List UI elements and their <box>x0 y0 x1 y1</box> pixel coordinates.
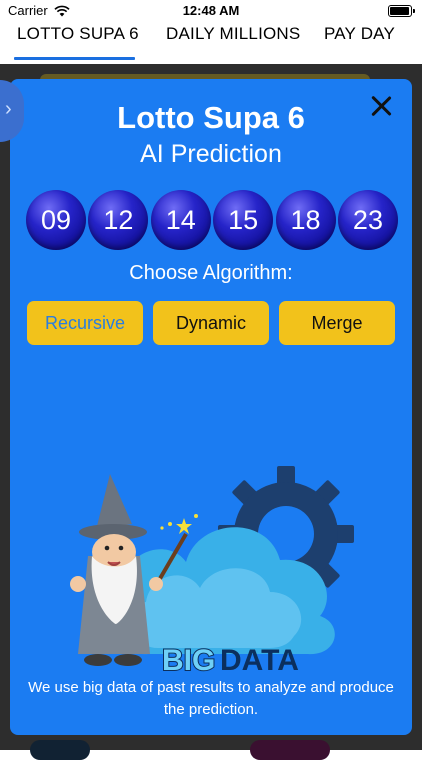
number-ball: 09 <box>26 190 86 250</box>
tab-lotto-supa-6[interactable]: LOTTO SUPA 6 <box>17 24 139 44</box>
choose-algorithm-label: Choose Algorithm: <box>129 262 293 284</box>
recursive-button[interactable]: Recursive <box>27 301 143 345</box>
tab-pay-day[interactable]: PAY DAY <box>324 24 395 44</box>
battery-icon <box>388 5 415 17</box>
modal-title: Lotto Supa 6 <box>117 100 305 135</box>
footer-description: We use big data of past results to analy… <box>28 679 394 718</box>
number-ball: 14 <box>150 190 211 250</box>
chevron-right-icon: › <box>5 98 12 120</box>
number-ball: 23 <box>337 190 398 250</box>
number-ball: 12 <box>88 190 149 250</box>
predicted-numbers: 09 12 14 15 18 23 <box>26 190 398 252</box>
merge-button[interactable]: Merge <box>279 301 395 345</box>
modal-subtitle: AI Prediction <box>140 140 282 168</box>
svg-text:BIG: BIG <box>162 644 215 676</box>
tab-indicator <box>14 57 135 60</box>
tab-daily-millions[interactable]: DAILY MILLIONS <box>166 24 300 44</box>
algorithm-buttons: Recursive Dynamic Merge <box>27 301 395 345</box>
status-bar: Carrier 12:48 AM <box>0 0 422 20</box>
svg-text:DATA: DATA <box>220 644 299 676</box>
number-ball: 15 <box>213 190 274 250</box>
status-time: 12:48 AM <box>182 3 240 18</box>
prediction-modal: Lotto Supa 6 AI Prediction 09 12 14 15 1… <box>10 79 412 735</box>
number-ball: 18 <box>275 190 336 250</box>
tab-bar: LOTTO SUPA 6 DAILY MILLIONS PAY DAY <box>0 20 422 64</box>
dynamic-button[interactable]: Dynamic <box>153 301 269 345</box>
background-content <box>250 740 330 760</box>
big-data-illustration: BIG DATA <box>70 466 354 676</box>
background-content <box>30 740 90 760</box>
big-data-logo: BIG DATA <box>161 643 299 676</box>
